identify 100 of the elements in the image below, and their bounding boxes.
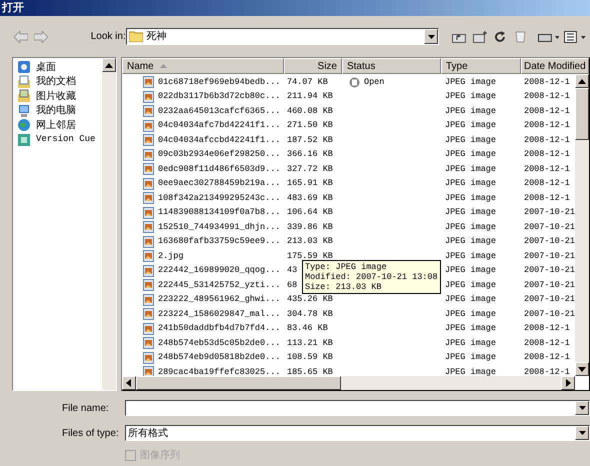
scroll-button[interactable] bbox=[575, 362, 589, 376]
file-type: JPEG image bbox=[444, 235, 497, 248]
file-name[interactable]: 022db3117b6b3d72cb80c... bbox=[158, 90, 280, 104]
new-folder-icon[interactable] bbox=[472, 30, 487, 42]
file-date: 2007-10-21 bbox=[522, 220, 575, 234]
file-type: JPEG image bbox=[444, 134, 497, 147]
file-date: 2007-10-21 bbox=[522, 293, 575, 306]
file-name[interactable]: 248b574eb53d5c05b2de0... bbox=[158, 336, 280, 350]
file-type: JPEG image bbox=[444, 220, 497, 234]
file-type: JPEG image bbox=[444, 250, 497, 263]
file-name[interactable]: 09c03b2934e06ef298250... bbox=[158, 148, 280, 162]
window-title: 打开 bbox=[2, 2, 24, 14]
scroll-button[interactable] bbox=[561, 376, 575, 390]
arrow-icon bbox=[104, 62, 113, 68]
scrollbar-thumb[interactable] bbox=[136, 376, 341, 390]
image-file-icon bbox=[142, 322, 154, 335]
computer-icon bbox=[17, 104, 31, 118]
image-file-icon bbox=[142, 178, 154, 190]
file-status: Open bbox=[364, 76, 384, 89]
places-item[interactable]: 网上邻居 bbox=[17, 118, 102, 132]
column-header[interactable]: Type bbox=[440, 58, 521, 74]
file-type-label: Files of type: bbox=[61, 426, 120, 440]
file-type: JPEG image bbox=[444, 336, 497, 350]
image-file-icon bbox=[142, 105, 154, 118]
column-header[interactable]: Size bbox=[284, 58, 342, 74]
file-name[interactable]: 223224_1586029847_mal... bbox=[158, 308, 280, 321]
file-name[interactable]: 223222_489561962_ghwi... bbox=[158, 293, 280, 306]
file-type: JPEG image bbox=[444, 148, 497, 162]
file-size: 187.52 KB bbox=[286, 134, 333, 147]
file-name[interactable]: 108f342a213499295243c... bbox=[158, 192, 280, 205]
look-in-value: 死神 bbox=[146, 30, 168, 44]
file-date: 2008-12-1 bbox=[522, 104, 571, 118]
file-size: 165.91 KB bbox=[286, 177, 333, 190]
column-header[interactable]: Status bbox=[342, 58, 441, 74]
file-size: 213.03 KB bbox=[286, 235, 333, 248]
file-size: 106.64 KB bbox=[286, 206, 333, 220]
places-item[interactable]: 我的电脑 bbox=[17, 104, 102, 118]
file-name[interactable]: 114839088134109f0a7b8... bbox=[158, 206, 280, 220]
file-name[interactable]: 222445_531425752_yzti... bbox=[158, 278, 280, 292]
places-item[interactable]: Version Cue bbox=[17, 132, 102, 147]
folder-document-icon bbox=[17, 74, 31, 89]
column-header[interactable]: Name bbox=[122, 58, 284, 74]
file-type: JPEG image bbox=[444, 104, 497, 118]
image-file-icon bbox=[142, 308, 154, 320]
scrollbar-thumb[interactable] bbox=[575, 88, 589, 140]
places-item[interactable]: 桌面 bbox=[17, 60, 102, 74]
scroll-button[interactable] bbox=[575, 74, 589, 88]
scroll-button[interactable] bbox=[122, 376, 136, 390]
file-date: 2008-12-1 bbox=[522, 90, 571, 104]
file-type-value: 所有格式 bbox=[127, 426, 169, 440]
dropdown-arrow-icon bbox=[428, 34, 435, 38]
file-size: 108.59 KB bbox=[286, 351, 333, 364]
file-name[interactable]: 248b574eb9d05818b2de0... bbox=[158, 351, 280, 364]
view-menu-icon[interactable] bbox=[564, 30, 586, 42]
file-type: JPEG image bbox=[444, 366, 497, 379]
column-header[interactable]: Date Modified bbox=[520, 58, 589, 74]
file-size: 304.78 KB bbox=[286, 308, 333, 321]
image-file-icon bbox=[142, 279, 154, 292]
file-name[interactable]: 0edc908f11d486f6503d9... bbox=[158, 162, 280, 176]
look-in-dropdown[interactable]: 死神 bbox=[126, 28, 440, 45]
image-file-icon bbox=[142, 120, 154, 132]
image-file-icon bbox=[142, 352, 154, 364]
file-date: 2007-10-21 bbox=[522, 278, 575, 292]
file-name-field[interactable] bbox=[125, 400, 590, 416]
file-name[interactable]: 0232aa645013cafcf6365... bbox=[158, 104, 280, 118]
file-name[interactable]: 289cac4ba19ffefc83025... bbox=[158, 366, 280, 379]
file-date: 2008-12-1 bbox=[522, 119, 571, 132]
dropdown-arrow-icon bbox=[578, 406, 586, 410]
places-item[interactable]: 我的文档 bbox=[17, 74, 102, 89]
file-type: JPEG image bbox=[444, 308, 497, 321]
dropdown-button[interactable] bbox=[575, 401, 589, 415]
image-file-icon bbox=[142, 337, 154, 350]
file-size: 83.46 KB bbox=[286, 322, 328, 336]
image-file-icon bbox=[142, 264, 154, 277]
file-date: 2008-12-1 bbox=[522, 76, 571, 89]
file-name[interactable]: 01c68718ef969eb94bedb... bbox=[158, 76, 280, 89]
file-type-dropdown[interactable]: 所有格式 bbox=[125, 425, 590, 441]
file-name[interactable]: 241b50daddbfb4d7b7fd4... bbox=[158, 322, 280, 336]
file-date: 2008-12-1 bbox=[522, 162, 571, 176]
image-file-icon bbox=[142, 366, 154, 378]
file-name[interactable]: 163680fafb33759c59ee9... bbox=[158, 235, 280, 248]
file-size: 74.07 KB bbox=[286, 76, 328, 89]
file-size: 43 bbox=[286, 264, 298, 278]
file-size: 68 bbox=[286, 278, 298, 292]
dropdown-button[interactable] bbox=[424, 29, 438, 44]
places-item[interactable]: 图片收藏 bbox=[17, 89, 102, 104]
file-name[interactable]: 0ee9aec302788459b219a... bbox=[158, 177, 280, 190]
folder-picture-icon bbox=[17, 89, 31, 104]
file-name[interactable]: 222442_169899020_qqog... bbox=[158, 264, 280, 278]
scroll-button[interactable] bbox=[102, 58, 116, 72]
refresh-icon[interactable] bbox=[494, 30, 506, 42]
open-status-icon bbox=[348, 76, 360, 88]
dropdown-button[interactable] bbox=[575, 426, 589, 440]
file-name[interactable]: 2.jpg bbox=[158, 250, 184, 263]
app-icon bbox=[17, 132, 31, 147]
tooltip-line: Type: JPEG image bbox=[304, 262, 388, 272]
file-name[interactable]: 152510_744934991_dhjn... bbox=[158, 220, 280, 234]
file-name[interactable]: 04c04034afccbd42241f1... bbox=[158, 134, 280, 147]
dropdown-arrow-icon bbox=[578, 431, 586, 435]
file-name[interactable]: 04c04034afc7bd42241f1... bbox=[158, 119, 280, 132]
